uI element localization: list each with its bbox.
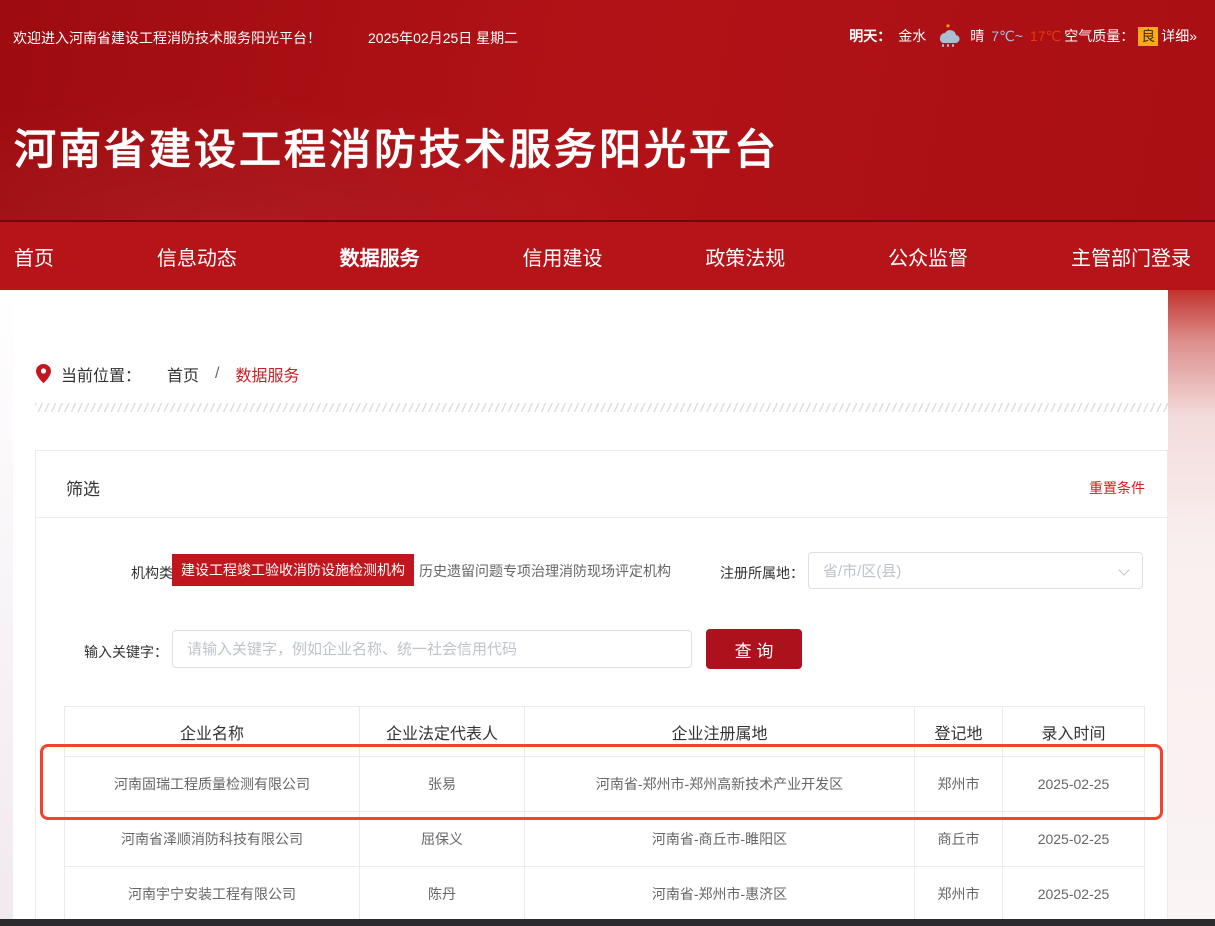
weather-detail-link[interactable]: 详细» <box>1161 26 1197 46</box>
col-registered-location: 企业注册属地 <box>525 707 915 757</box>
breadcrumb-label: 当前位置： <box>61 362 141 386</box>
breadcrumb: 当前位置： 首页 / 数据服务 <box>36 362 300 386</box>
table-header-row: 企业名称 企业法定代表人 企业注册属地 登记地 录入时间 <box>65 707 1145 757</box>
nav-item-credit[interactable]: 信用建设 <box>522 242 602 271</box>
cell-company-name: 河南省泽顺消防科技有限公司 <box>65 812 360 867</box>
col-company-name: 企业名称 <box>65 707 360 757</box>
weather-city: 金水 <box>898 26 926 46</box>
cell-entry-date: 2025-02-25 <box>1003 867 1145 922</box>
reset-filters-link[interactable]: 重置条件 <box>1089 478 1145 498</box>
breadcrumb-current: 数据服务 <box>235 362 299 386</box>
cell-registration-place: 郑州市 <box>915 757 1003 812</box>
location-pin-icon <box>36 364 51 384</box>
keyword-input[interactable] <box>172 630 692 668</box>
slash-divider <box>35 403 1168 412</box>
table-row[interactable]: 河南固瑞工程质量检测有限公司 张易 河南省-郑州市-郑州高新技术产业开发区 郑州… <box>65 757 1145 812</box>
air-quality-badge: 良 <box>1138 27 1158 46</box>
bottom-edge-bar <box>0 919 1215 926</box>
results-table: 企业名称 企业法定代表人 企业注册属地 登记地 录入时间 河南固瑞工程质量检测有… <box>64 706 1145 922</box>
cell-entry-date: 2025-02-25 <box>1003 812 1145 867</box>
cell-legal-representative: 陈丹 <box>360 867 525 922</box>
table-row[interactable]: 河南省泽顺消防科技有限公司 屈保义 河南省-商丘市-睢阳区 商丘市 2025-0… <box>65 812 1145 867</box>
air-quality-label: 空气质量： <box>1064 26 1134 46</box>
nav-item-data-service[interactable]: 数据服务 <box>340 242 420 271</box>
cell-registered-location: 河南省-商丘市-睢阳区 <box>525 812 915 867</box>
col-registration-place: 登记地 <box>915 707 1003 757</box>
weather-condition: 晴 <box>970 26 984 46</box>
chevron-down-icon <box>1118 564 1129 575</box>
category-option-selected[interactable]: 建设工程竣工验收消防设施检测机构 <box>172 554 414 586</box>
cell-registered-location: 河南省-郑州市-惠济区 <box>525 867 915 922</box>
cell-company-name: 河南宇宁安装工程有限公司 <box>65 867 360 922</box>
region-label: 注册所属地： <box>704 563 804 583</box>
page: 欢迎进入河南省建设工程消防技术服务阳光平台！ 2025年02月25日 星期二 明… <box>0 0 1215 926</box>
filter-title: 筛选 <box>66 475 100 500</box>
nav-item-home[interactable]: 首页 <box>14 242 54 271</box>
breadcrumb-separator: / <box>215 365 219 383</box>
category-option-unselected[interactable]: 历史遗留问题专项治理消防现场评定机构 <box>419 561 671 581</box>
keyword-label: 输入关键字： <box>58 642 168 662</box>
region-select-placeholder: 省/市/区(县) <box>823 560 901 581</box>
nav-item-policy[interactable]: 政策法规 <box>705 242 785 271</box>
background-gradient-right <box>1168 290 1215 926</box>
top-banner: 欢迎进入河南省建设工程消防技术服务阳光平台！ 2025年02月25日 星期二 明… <box>0 0 1215 220</box>
cell-company-name: 河南固瑞工程质量检测有限公司 <box>65 757 360 812</box>
main-nav: 首页 信息动态 数据服务 信用建设 政策法规 公众监督 主管部门登录 <box>0 220 1215 290</box>
cloud-icon <box>933 24 963 48</box>
cell-registered-location: 河南省-郑州市-郑州高新技术产业开发区 <box>525 757 915 812</box>
nav-item-news[interactable]: 信息动态 <box>157 242 237 271</box>
filter-card: 筛选 重置条件 机构类别： 建设工程竣工验收消防设施检测机构 历史遗留问题专项治… <box>35 450 1168 926</box>
filter-card-header: 筛选 重置条件 <box>36 451 1167 518</box>
background-gradient-left <box>0 290 13 926</box>
cell-registration-place: 郑州市 <box>915 867 1003 922</box>
col-entry-date: 录入时间 <box>1003 707 1145 757</box>
weather-widget: 明天： 金水 晴 7℃~ 17℃ 空气质量： 良 详细» <box>849 24 1197 48</box>
topbar: 欢迎进入河南省建设工程消防技术服务阳光平台！ 2025年02月25日 星期二 明… <box>0 0 1215 58</box>
temp-high: 17℃ <box>1030 28 1061 45</box>
search-button[interactable]: 查 询 <box>706 629 802 669</box>
site-title: 河南省建设工程消防技术服务阳光平台 <box>14 116 779 177</box>
cell-entry-date: 2025-02-25 <box>1003 757 1145 812</box>
breadcrumb-home-link[interactable]: 首页 <box>167 362 199 386</box>
date-text: 2025年02月25日 星期二 <box>368 28 518 48</box>
welcome-text: 欢迎进入河南省建设工程消防技术服务阳光平台！ <box>13 28 321 48</box>
col-legal-representative: 企业法定代表人 <box>360 707 525 757</box>
nav-item-supervision[interactable]: 公众监督 <box>888 242 968 271</box>
cell-legal-representative: 屈保义 <box>360 812 525 867</box>
region-select[interactable]: 省/市/区(县) <box>808 552 1143 589</box>
temp-low: 7℃~ <box>991 28 1023 45</box>
weather-tomorrow-label: 明天： <box>849 26 891 46</box>
cell-registration-place: 商丘市 <box>915 812 1003 867</box>
table-row[interactable]: 河南宇宁安装工程有限公司 陈丹 河南省-郑州市-惠济区 郑州市 2025-02-… <box>65 867 1145 922</box>
cell-legal-representative: 张易 <box>360 757 525 812</box>
nav-item-admin-login[interactable]: 主管部门登录 <box>1071 242 1191 271</box>
